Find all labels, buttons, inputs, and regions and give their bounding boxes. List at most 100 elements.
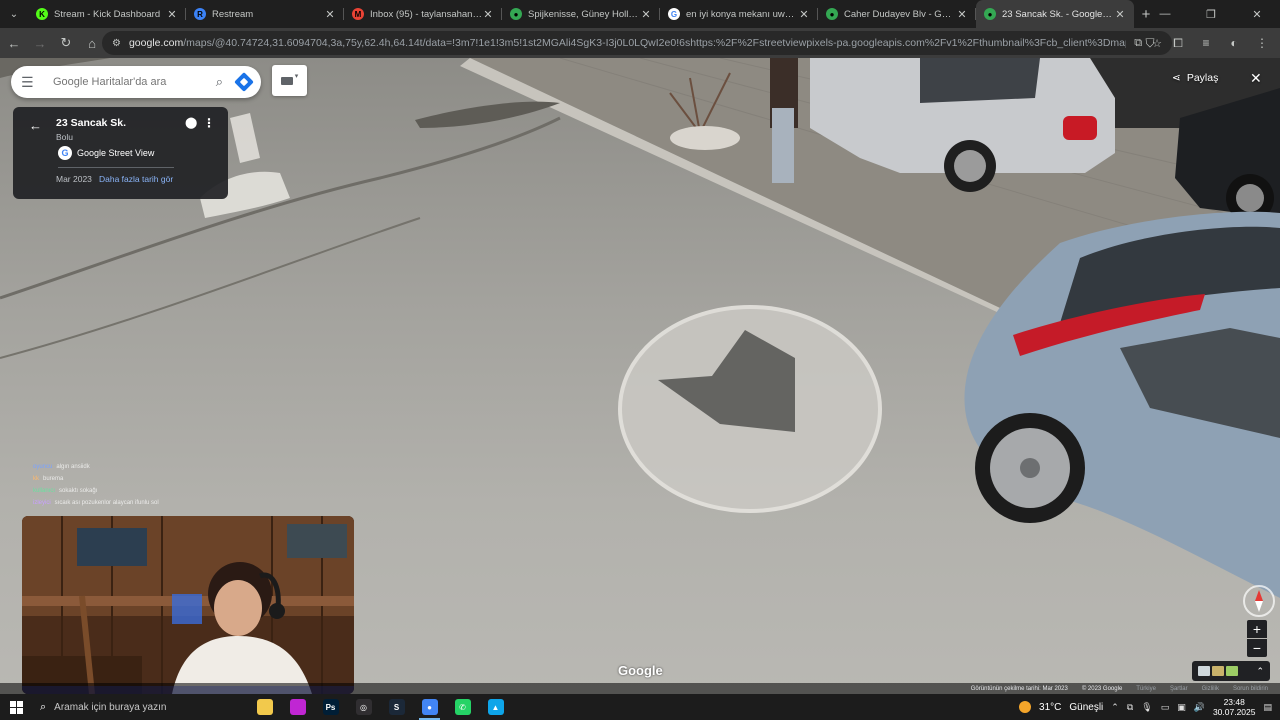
display-icon[interactable]: ▣ <box>1177 702 1186 713</box>
terrain-thumbnail[interactable] <box>1226 666 1238 676</box>
street-view-viewport[interactable]: ☰ ⌕ ▾ ← 23 Sancak Sk. Bolu ⬤ ⋮ G Google … <box>0 58 1280 694</box>
browser-tab[interactable]: Gen iyi konya mekanı uwufufu -✕ <box>660 0 818 28</box>
kick-icon: K <box>36 8 48 20</box>
back-icon[interactable]: ← <box>2 31 26 55</box>
chat-text: burema <box>43 476 64 482</box>
close-tab-icon[interactable]: ✕ <box>1114 8 1126 21</box>
close-tab-icon[interactable]: ✕ <box>798 8 810 21</box>
directions-icon[interactable] <box>234 72 254 92</box>
microphone-icon[interactable]: 🎙 <box>1141 702 1152 713</box>
maps-search-box[interactable]: ☰ ⌕ <box>11 66 261 98</box>
taskbar-app[interactable]: ✆ <box>446 694 479 720</box>
extensions-icon[interactable]: ⧠ <box>1166 31 1190 55</box>
back-arrow-icon[interactable]: ← <box>29 118 42 133</box>
tray-copilot-icon[interactable]: ⧉ <box>1127 702 1133 713</box>
whatsapp-icon: ✆ <box>454 699 471 715</box>
photoshop-icon: Ps <box>322 699 339 715</box>
browser-tab[interactable]: K Stream - Kick Dashboard ✕ <box>28 0 186 28</box>
browser-tab[interactable]: ● Spijkenisse, Güney Hollanda - G✕ <box>502 0 660 28</box>
browser-tab[interactable]: M Inbox (95) - taylansahan8@gm✕ <box>344 0 502 28</box>
map-pin-icon[interactable]: ⬤ <box>185 116 197 129</box>
taskbar-app[interactable]: S <box>380 694 413 720</box>
weather-temp[interactable]: 31°C <box>1039 702 1061 713</box>
taskbar-app[interactable]: ◎ <box>347 694 380 720</box>
notifications-icon[interactable]: ▤ <box>1263 702 1272 713</box>
start-button[interactable] <box>0 700 32 714</box>
media-icon[interactable]: ≡ <box>1194 31 1218 55</box>
file-explorer-icon <box>256 699 273 715</box>
weather-desc[interactable]: Güneşli <box>1069 702 1103 713</box>
weather-sun-icon[interactable] <box>1019 701 1032 713</box>
search-icon[interactable]: ⌕ <box>216 74 223 90</box>
windows-logo-icon <box>9 700 23 714</box>
site-info-icon[interactable]: ⚙ <box>112 38 121 49</box>
taskbar-clock[interactable]: 23:48 30.07.2025 <box>1213 697 1256 717</box>
layers-thumbnails[interactable]: ⌃ <box>1192 661 1270 681</box>
zoom-out-button[interactable]: − <box>1247 639 1267 657</box>
map-thumbnail[interactable] <box>1198 666 1210 676</box>
location-info-card: ← 23 Sancak Sk. Bolu ⬤ ⋮ G Google Street… <box>13 107 228 199</box>
close-window-icon[interactable]: ✕ <box>1234 0 1280 28</box>
keyboard-icon <box>280 76 293 85</box>
chat-text: sıcaık ası pozukenlor alaycan ifunlu sol <box>54 500 159 506</box>
footer-terms-link[interactable]: Şartlar <box>1170 686 1188 692</box>
close-tab-icon[interactable]: ✕ <box>482 8 494 21</box>
chat-message: izleyici sıcaık ası pozukenlor alaycan if… <box>33 497 159 509</box>
stream-chat-overlay: oyuncu algın ansiidk kk burema kullanıcı soka… <box>33 461 159 509</box>
obs-icon: ◎ <box>355 699 372 715</box>
footer-report-link[interactable]: Sorun bildirin <box>1233 686 1268 692</box>
zoom-in-button[interactable]: + <box>1247 620 1267 638</box>
taskbar-app[interactable]: ▲ <box>479 694 512 720</box>
browser-tab[interactable]: ● 23 Sancak Sk. - Google Harita✕ <box>976 0 1134 28</box>
taskbar-app[interactable] <box>248 694 281 720</box>
forward-icon[interactable]: → <box>28 31 52 55</box>
taskbar-app[interactable]: ● <box>413 694 446 720</box>
source-label: Google Street View <box>77 148 155 158</box>
footer-country[interactable]: Türkiye <box>1136 686 1156 692</box>
network-icon[interactable]: ▭ <box>1161 702 1170 713</box>
expand-icon[interactable]: ⌃ <box>1256 666 1264 677</box>
chrome-menu-icon[interactable]: ⋮ <box>1250 31 1274 55</box>
see-more-dates-link[interactable]: Daha fazla tarih gör <box>99 174 173 184</box>
more-options-icon[interactable]: ⋮ <box>203 116 215 130</box>
tab-title: Spijkenisse, Güney Hollanda - G <box>528 8 640 20</box>
close-street-view-icon[interactable]: ✕ <box>1250 70 1262 87</box>
address-bar[interactable]: ⚙ google.com/maps/@40.74724,31.6094704,3… <box>102 31 1172 55</box>
share-label: Paylaş <box>1186 72 1219 84</box>
chat-user: kk <box>33 476 39 482</box>
footer-privacy-link[interactable]: Gizlilik <box>1202 686 1219 692</box>
url-path: /maps/@40.74724,31.6094704,3a,75y,62.4h,… <box>183 37 1126 49</box>
share-button[interactable]: ⋖ Paylaş <box>1172 72 1218 84</box>
close-tab-icon[interactable]: ✕ <box>166 8 178 21</box>
maximize-icon[interactable]: ❐ <box>1188 0 1234 28</box>
taskbar-search[interactable]: ⌕ Aramak için buraya yazın <box>32 696 204 718</box>
window-controls: — ❐ ✕ <box>1142 0 1280 28</box>
taskbar-app[interactable]: Ps <box>314 694 347 720</box>
minimize-icon[interactable]: — <box>1142 0 1188 28</box>
street-view-mode-toggle[interactable]: ▾ <box>272 65 307 96</box>
google-icon: G <box>668 8 680 20</box>
url-text[interactable]: google.com/maps/@40.74724,31.6094704,3a,… <box>129 37 1126 49</box>
location-subtitle: Bolu <box>56 132 74 142</box>
close-tab-icon[interactable]: ✕ <box>956 8 968 21</box>
compass-icon[interactable] <box>1242 584 1276 618</box>
browser-tab[interactable]: R Restream ✕ <box>186 0 344 28</box>
chat-user: oyuncu <box>33 464 53 470</box>
satellite-thumbnail[interactable] <box>1212 666 1224 676</box>
browser-tab[interactable]: ● Caher Dudayev Blv - Google H✕ <box>818 0 976 28</box>
shield-extension-icon[interactable]: ⛉ <box>1138 31 1162 55</box>
reload-icon[interactable]: ↻ <box>54 31 78 55</box>
home-icon[interactable]: ⌂ <box>80 31 104 55</box>
maps-search-input[interactable] <box>53 76 216 88</box>
close-tab-icon[interactable]: ✕ <box>640 8 652 21</box>
taskbar-app[interactable] <box>281 694 314 720</box>
profile-icon[interactable]: ◐ <box>1222 31 1246 55</box>
tray-overflow-icon[interactable]: ⌃ <box>1111 702 1119 713</box>
volume-icon[interactable]: 🔊 <box>1194 702 1205 713</box>
chat-message: oyuncu algın ansiidk <box>33 461 159 473</box>
tab-strip: ⌄ K Stream - Kick Dashboard ✕ R Restream ✕ M In… <box>0 0 1280 28</box>
tab-search-icon[interactable]: ⌄ <box>0 0 28 28</box>
close-tab-icon[interactable]: ✕ <box>324 8 336 21</box>
chrome-icon: ● <box>421 699 438 715</box>
hamburger-menu-icon[interactable]: ☰ <box>21 74 37 91</box>
